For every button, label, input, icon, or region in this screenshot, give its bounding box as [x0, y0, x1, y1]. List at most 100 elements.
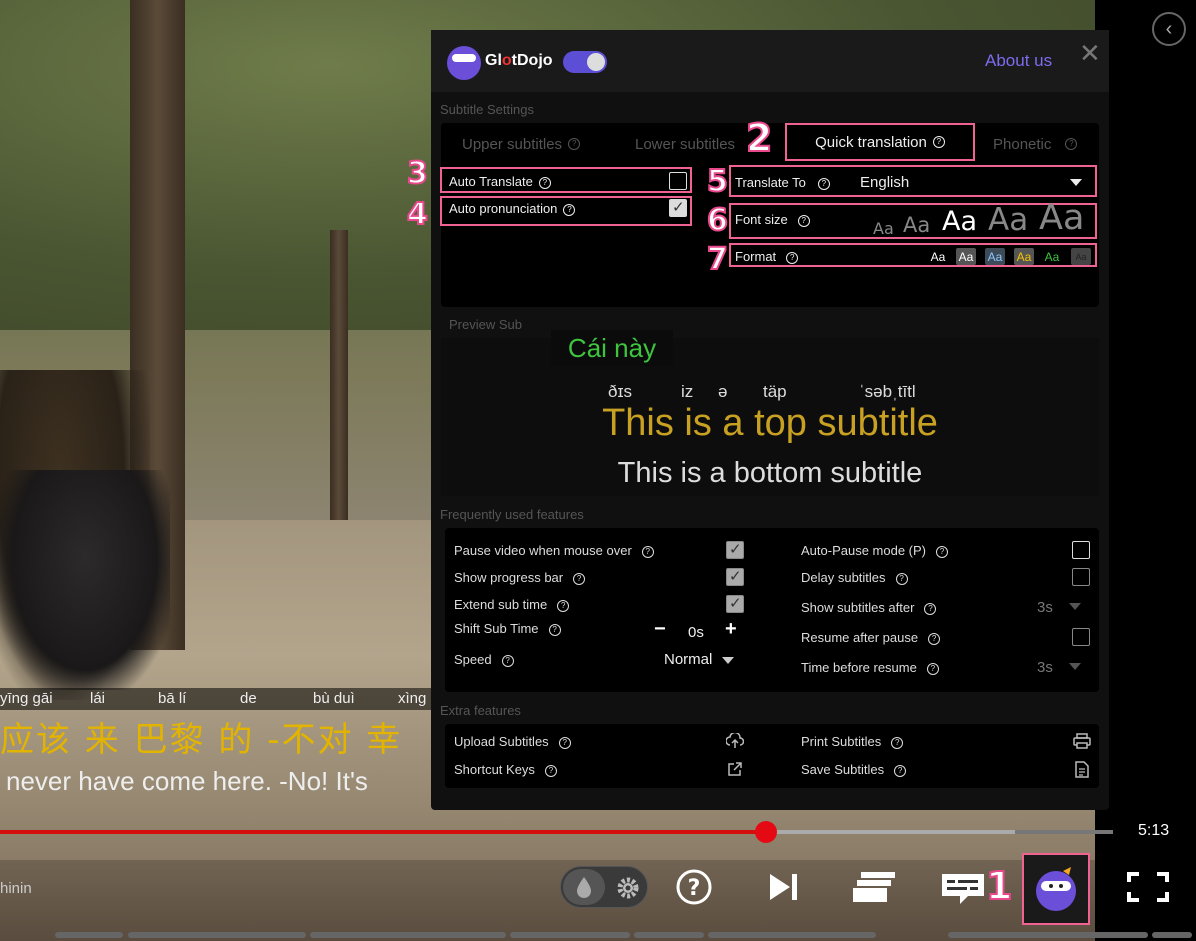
info-icon: ?: [928, 632, 941, 645]
tab-upper-subtitles[interactable]: Upper subtitles?: [462, 130, 581, 158]
format-option-grey-box[interactable]: Aa: [956, 248, 976, 265]
show-after-select[interactable]: 3s: [1037, 599, 1053, 616]
info-icon: ?: [936, 545, 949, 558]
subtitles-icon[interactable]: [940, 870, 986, 906]
video-hanzi-subtitle[interactable]: 应该 来 巴黎 的 -不对 幸: [0, 712, 440, 761]
tab-lower-subtitles[interactable]: Lower subtitles: [635, 130, 735, 158]
preview-ipa-4: tӓp: [763, 382, 787, 401]
about-us-link[interactable]: About us: [985, 51, 1052, 71]
chevron-down-icon[interactable]: [1070, 179, 1082, 186]
chevron-down-icon[interactable]: [1069, 663, 1081, 670]
shift-decrease-button[interactable]: −: [654, 618, 666, 641]
save-subtitles-label[interactable]: Save Subtitles?: [801, 762, 907, 777]
video-pinyin-syllable[interactable]: bù duì: [313, 690, 355, 707]
font-size-label: Font size?: [735, 212, 810, 227]
extend-sub-checkbox[interactable]: [726, 594, 744, 613]
auto-pronunciation-checkbox[interactable]: [669, 198, 687, 217]
speed-select[interactable]: Normal: [664, 651, 712, 668]
shift-sub-value: 0s: [688, 624, 704, 641]
callout-badge-4: 4: [406, 196, 429, 233]
speed-label: Speed?: [454, 652, 514, 667]
info-icon: ?: [558, 736, 571, 749]
callout-badge-3: 3: [406, 155, 429, 192]
font-size-option-m[interactable]: Aa: [942, 206, 977, 237]
translate-to-select[interactable]: English: [860, 174, 909, 191]
printer-icon[interactable]: [1073, 733, 1091, 749]
chevron-down-icon[interactable]: [1069, 603, 1081, 610]
translate-to-label: Translate To?: [735, 175, 830, 190]
info-icon: ?: [926, 662, 939, 675]
close-icon[interactable]: ✕: [1079, 38, 1101, 69]
format-option-blue-box[interactable]: Aa: [985, 248, 1005, 265]
resume-after-label: Resume after pause?: [801, 630, 941, 645]
extra-features-label: Extra features: [440, 703, 521, 718]
info-icon: ?: [932, 136, 945, 148]
info-icon: ?: [797, 214, 810, 227]
droplet-icon: [577, 877, 591, 898]
font-size-option-xl[interactable]: Aa: [1039, 198, 1084, 238]
show-progress-checkbox[interactable]: [726, 567, 744, 586]
show-progress-label: Show progress bar?: [454, 570, 586, 585]
format-option-outline[interactable]: Aa: [1071, 248, 1091, 265]
fullscreen-icon[interactable]: [1127, 872, 1169, 902]
format-option-yellow-box[interactable]: Aa: [1014, 248, 1034, 265]
video-pinyin-syllable[interactable]: yīng gāi: [0, 690, 53, 707]
upload-subtitles-label[interactable]: Upload Subtitles?: [454, 734, 571, 749]
font-size-option-l[interactable]: Aa: [988, 202, 1028, 238]
shortcut-keys-label[interactable]: Shortcut Keys?: [454, 762, 557, 777]
pause-on-hover-label: Pause video when mouse over?: [454, 543, 654, 558]
info-icon: ?: [544, 764, 557, 777]
glotdojo-launcher-button[interactable]: [1022, 853, 1090, 925]
info-icon: ?: [548, 623, 561, 636]
extend-sub-label: Extend sub time?: [454, 597, 570, 612]
delay-subs-checkbox[interactable]: [1072, 568, 1090, 586]
info-icon: ?: [895, 572, 908, 585]
callout-badge-7: 7: [706, 241, 729, 278]
time-before-resume-select[interactable]: 3s: [1037, 659, 1053, 676]
time-remaining: 5:13: [1138, 822, 1170, 839]
video-english-subtitle[interactable]: never have come here. -No! It's: [0, 766, 440, 797]
delay-subs-label: Delay subtitles?: [801, 570, 908, 585]
appearance-toggle[interactable]: [560, 866, 648, 908]
document-icon[interactable]: [1075, 761, 1089, 778]
tree-trunk: [330, 230, 348, 560]
episodes-icon[interactable]: [851, 870, 897, 904]
resume-after-checkbox[interactable]: [1072, 628, 1090, 646]
info-icon: ?: [641, 545, 654, 558]
format-option-plain[interactable]: Aa: [928, 248, 948, 265]
info-icon: ?: [573, 572, 586, 585]
next-episode-icon[interactable]: [768, 872, 800, 902]
video-pinyin-syllable[interactable]: xìng: [398, 690, 426, 707]
help-icon[interactable]: ?: [675, 868, 713, 906]
print-subtitles-label[interactable]: Print Subtitles?: [801, 734, 904, 749]
chapter-bars: [0, 930, 1196, 941]
info-icon: ?: [891, 736, 904, 749]
shift-increase-button[interactable]: +: [725, 618, 737, 641]
episode-title: hinin: [0, 880, 32, 897]
auto-translate-label: Auto Translate?: [449, 174, 551, 189]
info-icon: ?: [501, 654, 514, 667]
extension-enable-toggle[interactable]: [563, 51, 607, 73]
chevron-down-icon[interactable]: [722, 657, 734, 664]
external-link-icon[interactable]: [727, 761, 743, 777]
video-pinyin-row: yīng gāi lái bā lí de bù duì xìng: [0, 688, 440, 710]
font-size-option-s[interactable]: Aa: [903, 213, 930, 237]
preview-ipa-3: ə: [718, 382, 728, 401]
pause-on-hover-checkbox[interactable]: [726, 540, 744, 559]
preview-ipa-5: ˈsəbˌtītl: [859, 382, 916, 401]
tab-quick-translation[interactable]: Quick translation?: [785, 123, 975, 161]
format-option-green[interactable]: Aa: [1042, 248, 1062, 265]
upload-cloud-icon[interactable]: [726, 733, 744, 749]
video-pinyin-syllable[interactable]: lái: [90, 690, 105, 707]
back-icon[interactable]: ‹: [1152, 12, 1186, 46]
video-pinyin-syllable[interactable]: bā lí: [158, 690, 186, 707]
auto-pause-checkbox[interactable]: [1072, 541, 1090, 559]
video-pinyin-syllable[interactable]: de: [240, 690, 257, 707]
info-icon: ?: [786, 251, 799, 264]
progress-scrubber[interactable]: [755, 821, 777, 843]
font-size-option-xs[interactable]: Aa: [873, 219, 894, 238]
tab-phonetic[interactable]: Phonetic?: [993, 130, 1078, 158]
progress-fill: [0, 830, 765, 834]
preview-sub-label: Preview Sub: [449, 317, 522, 332]
auto-translate-checkbox[interactable]: [669, 172, 687, 190]
